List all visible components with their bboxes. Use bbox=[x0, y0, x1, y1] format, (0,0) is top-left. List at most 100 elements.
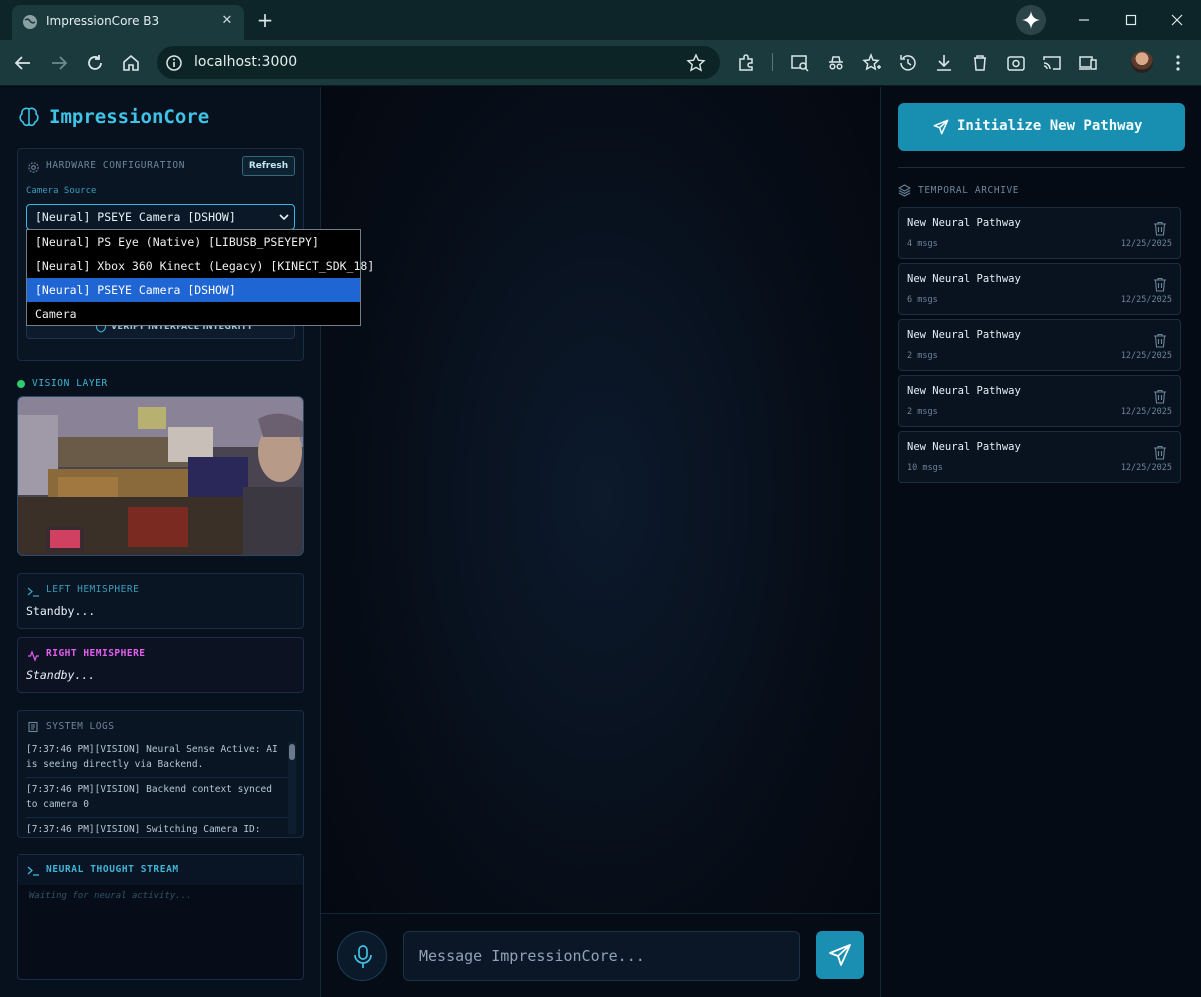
trash-icon[interactable] bbox=[1153, 277, 1167, 292]
archive-item-name: New Neural Pathway bbox=[907, 385, 1021, 397]
forward-arrow-icon[interactable] bbox=[47, 51, 71, 75]
vision-layer-title: VISION LAYER bbox=[32, 378, 108, 389]
camera-source-dropdown: [Neural] PS Eye (Native) [LIBUSB_PSEYEPY… bbox=[26, 229, 374, 326]
address-bar[interactable]: localhost:3000 bbox=[157, 46, 720, 79]
archive-item[interactable]: New Neural Pathway 10 msgs 12/25/2025 bbox=[898, 431, 1181, 483]
vision-status-dot bbox=[17, 380, 25, 388]
camera-source-select[interactable]: [Neural] PSEYE Camera [DSHOW] bbox=[26, 204, 295, 230]
camera-option[interactable]: Camera bbox=[27, 302, 360, 326]
send-icon bbox=[829, 944, 851, 966]
right-hemisphere-title: RIGHT HEMISPHERE bbox=[46, 648, 146, 659]
archive-item[interactable]: New Neural Pathway 4 msgs 12/25/2025 bbox=[898, 207, 1181, 259]
log-list: [7:37:46 PM][VISION] Neural Sense Active… bbox=[26, 742, 288, 837]
app-root: ImpressionCore HARDWARE CONFIGURATION Re… bbox=[0, 87, 1201, 997]
activity-icon bbox=[28, 650, 39, 662]
send-icon bbox=[933, 119, 949, 135]
minimize-icon[interactable] bbox=[1070, 8, 1098, 32]
maximize-icon[interactable] bbox=[1117, 8, 1145, 32]
cast-icon[interactable] bbox=[1040, 51, 1064, 75]
microphone-icon bbox=[354, 945, 372, 968]
sparkle-icon bbox=[1022, 11, 1040, 29]
camera-option[interactable]: [Neural] PS Eye (Native) [LIBUSB_PSEYEPY… bbox=[27, 230, 360, 254]
history-icon[interactable] bbox=[896, 51, 920, 75]
archive-item-name: New Neural Pathway bbox=[907, 217, 1021, 229]
archive-item-name: New Neural Pathway bbox=[907, 329, 1021, 341]
terminal-icon bbox=[27, 587, 39, 597]
chevron-down-icon bbox=[279, 214, 289, 221]
camera-option-selected[interactable]: [Neural] PSEYE Camera [DSHOW] bbox=[27, 278, 360, 302]
composer bbox=[321, 913, 880, 997]
terminal-icon bbox=[27, 866, 39, 876]
left-sidebar: ImpressionCore HARDWARE CONFIGURATION Re… bbox=[0, 87, 374, 997]
logs-scrollbar[interactable] bbox=[288, 742, 296, 834]
menu-dots-icon[interactable] bbox=[1166, 51, 1190, 75]
tab-title: ImpressionCore B3 bbox=[46, 14, 160, 28]
left-hemisphere-title: LEFT HEMISPHERE bbox=[46, 584, 140, 595]
trash-icon[interactable] bbox=[1153, 333, 1167, 348]
archive-item-date: 12/25/2025 bbox=[1120, 351, 1172, 361]
initialize-pathway-button[interactable]: Initialize New Pathway bbox=[898, 103, 1185, 151]
download-icon[interactable] bbox=[932, 51, 956, 75]
globe-icon bbox=[23, 15, 37, 29]
archive-item-count: 2 msgs bbox=[907, 407, 938, 417]
archive-item-name: New Neural Pathway bbox=[907, 441, 1021, 453]
trash-icon[interactable] bbox=[1153, 221, 1167, 236]
initialize-pathway-label: Initialize New Pathway bbox=[957, 118, 1143, 134]
refresh-button[interactable]: Refresh bbox=[242, 156, 295, 176]
camera-option[interactable]: [Neural] Xbox 360 Kinect (Legacy) [KINEC… bbox=[27, 254, 374, 278]
hardware-config-title: HARDWARE CONFIGURATION bbox=[46, 160, 186, 171]
devices-icon[interactable] bbox=[1076, 51, 1100, 75]
back-arrow-icon[interactable] bbox=[11, 51, 35, 75]
new-tab-button[interactable]: + bbox=[254, 9, 276, 31]
message-input[interactable] bbox=[404, 932, 799, 980]
gear-icon bbox=[28, 162, 39, 173]
right-hemisphere-status: Standby... bbox=[26, 668, 96, 682]
thought-stream-title: NEURAL THOUGHT STREAM bbox=[46, 864, 179, 875]
microphone-button[interactable] bbox=[337, 931, 387, 981]
archive-item[interactable]: New Neural Pathway 2 msgs 12/25/2025 bbox=[898, 319, 1181, 371]
home-icon[interactable] bbox=[119, 51, 143, 75]
page-search-icon[interactable] bbox=[788, 51, 812, 75]
archive-item[interactable]: New Neural Pathway 6 msgs 12/25/2025 bbox=[898, 263, 1181, 315]
message-field[interactable] bbox=[403, 931, 800, 981]
trash-icon[interactable] bbox=[1153, 389, 1167, 404]
window-close-icon[interactable] bbox=[1163, 8, 1191, 32]
gemini-button[interactable] bbox=[1016, 5, 1046, 35]
thought-stream-header: NEURAL THOUGHT STREAM bbox=[18, 855, 303, 885]
archive-item-count: 6 msgs bbox=[907, 295, 938, 305]
browser-toolbar: localhost:3000 bbox=[0, 40, 1201, 86]
toolbar-divider bbox=[772, 53, 773, 71]
archive-title: TEMPORAL ARCHIVE bbox=[918, 185, 1020, 196]
log-entry: [7:37:46 PM][VISION] Backend context syn… bbox=[26, 782, 288, 818]
camera-source-value: [Neural] PSEYE Camera [DSHOW] bbox=[35, 210, 236, 224]
archive-item[interactable]: New Neural Pathway 2 msgs 12/25/2025 bbox=[898, 375, 1181, 427]
reload-icon[interactable] bbox=[83, 51, 107, 75]
thought-stream-panel: NEURAL THOUGHT STREAM Waiting for neural… bbox=[17, 854, 304, 980]
send-button[interactable] bbox=[816, 931, 864, 979]
url-text[interactable]: localhost:3000 bbox=[194, 54, 297, 70]
sidebar-divider bbox=[898, 167, 1185, 168]
bookmark-star-icon[interactable] bbox=[686, 53, 706, 73]
logs-scroll-thumb[interactable] bbox=[289, 744, 295, 760]
archive-list: New Neural Pathway 4 msgs 12/25/2025 New… bbox=[898, 207, 1185, 487]
scroll-log-icon bbox=[28, 721, 38, 733]
favorites-icon[interactable] bbox=[860, 51, 884, 75]
browser-tab-bar: ImpressionCore B3 ✕ + bbox=[0, 0, 1201, 40]
log-entry: [7:37:46 PM][VISION] Neural Sense Active… bbox=[26, 742, 288, 778]
trash-icon[interactable] bbox=[1153, 445, 1167, 460]
screenshot-icon[interactable] bbox=[1004, 51, 1028, 75]
left-hemisphere-panel: LEFT HEMISPHERE Standby... bbox=[17, 573, 304, 629]
profile-avatar[interactable] bbox=[1131, 51, 1153, 73]
delete-icon[interactable] bbox=[968, 51, 992, 75]
extensions-icon[interactable] bbox=[734, 51, 758, 75]
archive-item-count: 10 msgs bbox=[907, 463, 943, 473]
camera-source-label: Camera Source bbox=[26, 186, 97, 196]
site-info-icon[interactable] bbox=[165, 54, 183, 72]
brand-title: ImpressionCore bbox=[49, 106, 210, 128]
browser-tab[interactable]: ImpressionCore B3 ✕ bbox=[12, 5, 244, 40]
incognito-icon[interactable] bbox=[824, 51, 848, 75]
close-tab-icon[interactable]: ✕ bbox=[218, 12, 236, 30]
right-hemisphere-panel: RIGHT HEMISPHERE Standby... bbox=[17, 637, 304, 693]
archive-item-name: New Neural Pathway bbox=[907, 273, 1021, 285]
archive-item-date: 12/25/2025 bbox=[1120, 239, 1172, 249]
